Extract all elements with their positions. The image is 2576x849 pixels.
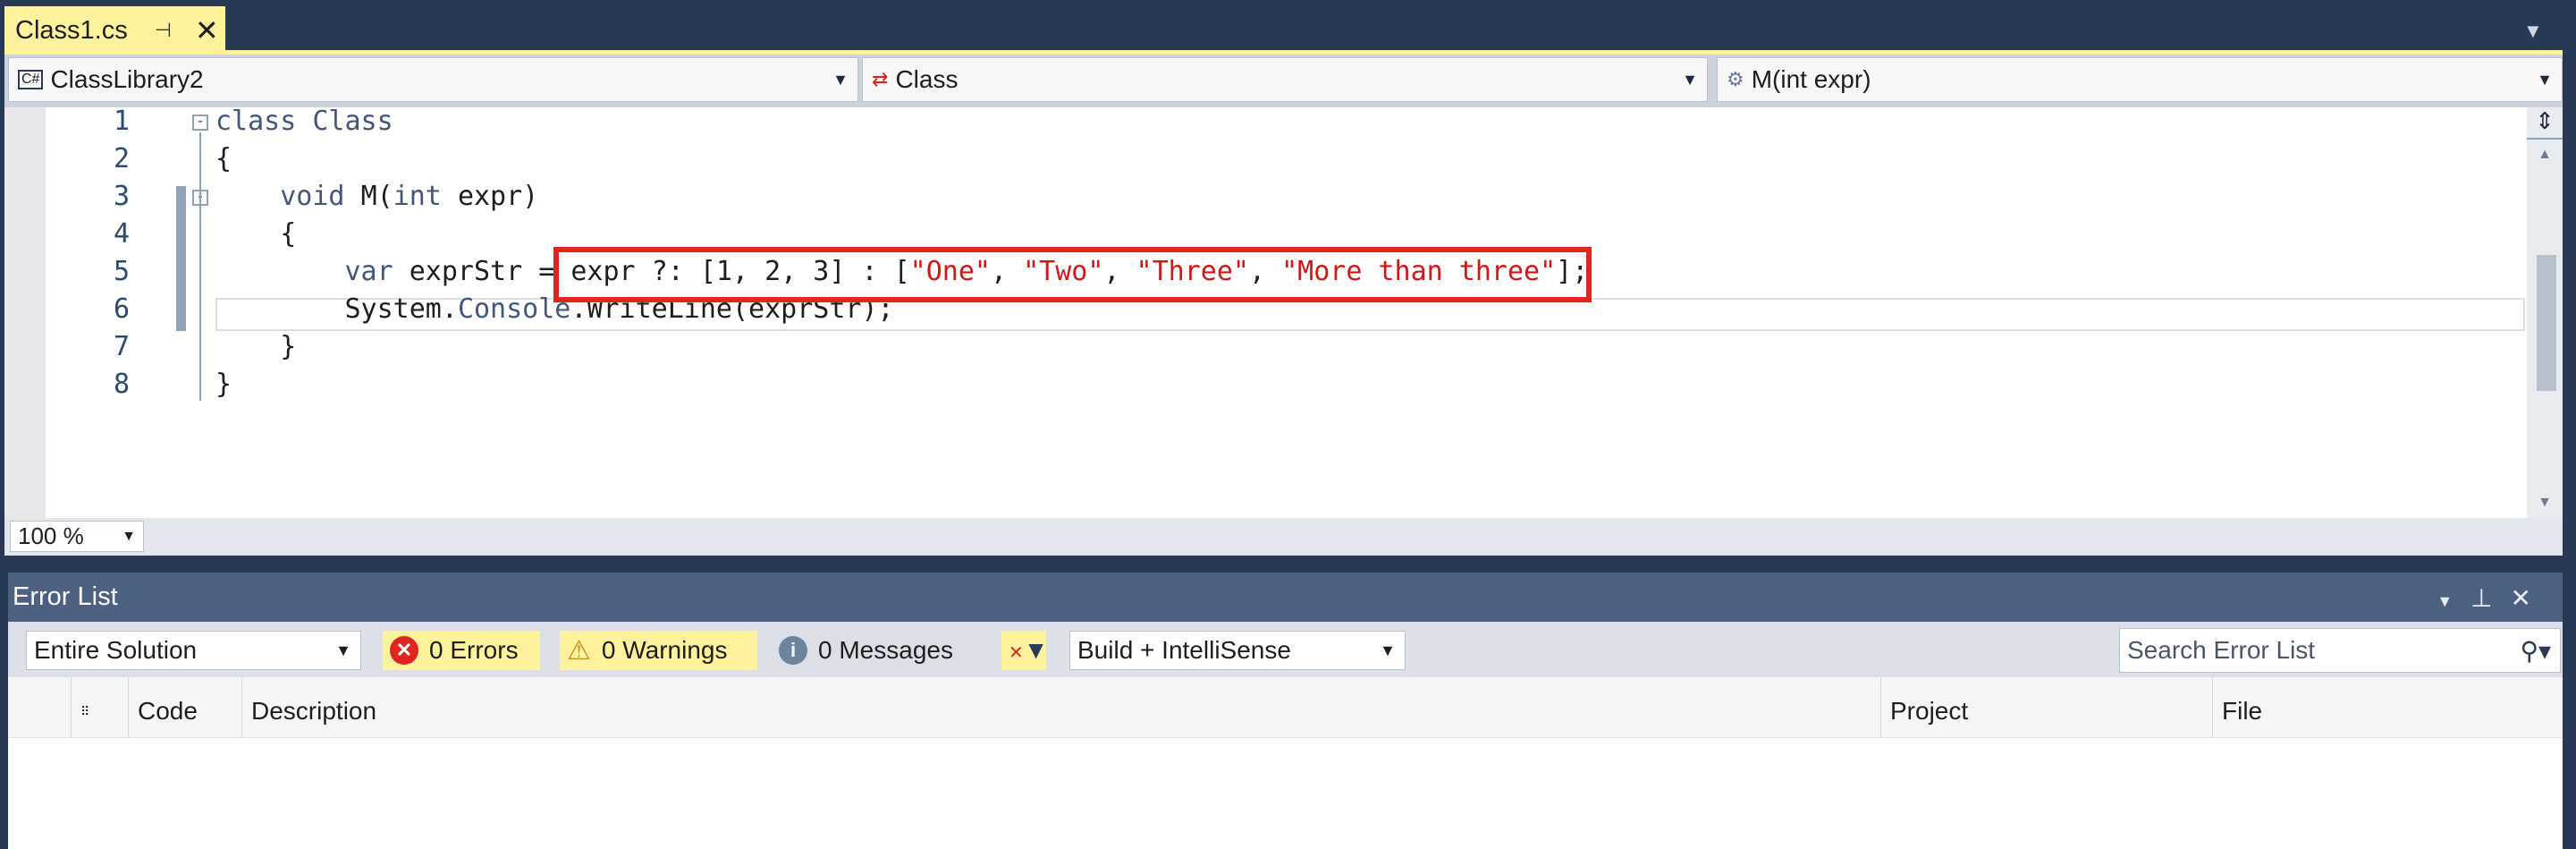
line-number: 5 bbox=[113, 256, 130, 287]
warning-icon: ⚠ bbox=[567, 635, 591, 666]
error-list-body bbox=[8, 738, 2563, 849]
dropdown-icon[interactable]: ▼ bbox=[2437, 592, 2470, 610]
close-icon[interactable]: ✕ bbox=[2511, 584, 2549, 612]
code-line[interactable]: } bbox=[215, 366, 232, 403]
csharp-icon: C# bbox=[18, 70, 44, 89]
column-sort-icon[interactable]: ⠿ bbox=[71, 677, 128, 738]
chevron-down-icon: ▼ bbox=[122, 528, 136, 544]
scroll-up-icon[interactable]: ▲ bbox=[2527, 147, 2563, 163]
tab-overflow-icon[interactable]: ▼ bbox=[2523, 20, 2543, 43]
code-line[interactable]: class Class bbox=[215, 103, 393, 140]
errors-label: 0 Errors bbox=[429, 636, 519, 664]
pin-icon[interactable]: ⊥ bbox=[2470, 584, 2510, 612]
source-dropdown[interactable]: Build + IntelliSense ▼ bbox=[1069, 631, 1406, 670]
member-label: M(int expr) bbox=[1751, 65, 1871, 93]
column-code[interactable]: Code bbox=[128, 677, 241, 738]
zoom-level: 100 % bbox=[18, 522, 84, 549]
code-line[interactable]: { bbox=[215, 140, 232, 178]
type-dropdown[interactable]: ⇄ Class ▼ bbox=[862, 57, 1708, 102]
scroll-down-icon[interactable]: ▼ bbox=[2527, 495, 2563, 511]
warnings-filter-button[interactable]: ⚠ 0 Warnings bbox=[560, 631, 757, 670]
close-icon[interactable]: ✕ bbox=[195, 13, 219, 47]
line-number: 4 bbox=[113, 218, 130, 250]
code-token: System. bbox=[215, 293, 458, 325]
code-token: } bbox=[215, 369, 232, 400]
code-token: { bbox=[215, 218, 297, 250]
warnings-label: 0 Warnings bbox=[601, 636, 728, 664]
code-token: int bbox=[393, 181, 458, 212]
collapse-icon[interactable]: - bbox=[192, 115, 208, 131]
source-label: Build + IntelliSense bbox=[1077, 636, 1291, 664]
tab-title: Class1.cs bbox=[15, 15, 128, 45]
info-icon: i bbox=[779, 636, 807, 665]
search-error-list-input[interactable]: Search Error List ⚲▾ bbox=[2119, 628, 2561, 673]
column-label: Code bbox=[138, 697, 198, 725]
type-label: Class bbox=[895, 65, 959, 93]
method-icon: ⚙ bbox=[1727, 68, 1744, 90]
errors-filter-button[interactable]: ✕ 0 Errors bbox=[383, 631, 540, 670]
class-icon: ⇄ bbox=[872, 68, 889, 90]
outline-line bbox=[199, 132, 201, 401]
column-file[interactable]: File bbox=[2212, 677, 2555, 738]
error-list-header: Error List bbox=[8, 573, 2563, 622]
column-label: Project bbox=[1890, 697, 1969, 725]
code-line[interactable]: } bbox=[215, 328, 296, 366]
clear-filter-button[interactable]: ✕▼ bbox=[1001, 631, 1049, 670]
project-label: ClassLibrary2 bbox=[50, 65, 204, 93]
search-placeholder: Search Error List bbox=[2127, 636, 2316, 664]
horizontal-scrollbar[interactable] bbox=[4, 518, 2563, 556]
line-number: 6 bbox=[113, 293, 130, 325]
zoom-dropdown[interactable]: 100 % ▼ bbox=[10, 521, 144, 552]
chevron-down-icon: ▼ bbox=[1682, 70, 1698, 89]
line-number: 2 bbox=[113, 143, 130, 174]
filter-clear-icon: ✕▼ bbox=[1009, 636, 1049, 664]
chevron-down-icon: ▼ bbox=[832, 70, 849, 89]
column-description[interactable]: Description bbox=[241, 677, 1880, 738]
messages-filter-button[interactable]: i 0 Messages bbox=[772, 631, 986, 670]
line-number: 8 bbox=[113, 369, 130, 400]
chevron-down-icon: ▼ bbox=[335, 641, 351, 659]
code-token: expr) bbox=[457, 181, 539, 212]
code-token: var bbox=[344, 256, 410, 287]
tab-class1-cs[interactable]: Class1.cs ⊣ ✕ bbox=[4, 6, 225, 55]
project-dropdown[interactable]: C# ClassLibrary2 ▼ bbox=[8, 57, 858, 102]
code-line[interactable]: { bbox=[215, 216, 296, 253]
scrollbar-thumb[interactable] bbox=[2537, 255, 2556, 391]
split-icon[interactable]: ⇕ bbox=[2527, 107, 2563, 140]
code-token: M( bbox=[360, 181, 393, 212]
code-token: class bbox=[215, 106, 313, 137]
messages-label: 0 Messages bbox=[818, 636, 953, 664]
member-dropdown[interactable]: ⚙ M(int expr) ▼ bbox=[1717, 57, 2563, 102]
highlight-box bbox=[553, 247, 1592, 302]
column-label: Description bbox=[251, 697, 377, 725]
chevron-down-icon: ▼ bbox=[2537, 70, 2553, 89]
code-token: void bbox=[280, 181, 361, 212]
chevron-down-icon: ▼ bbox=[1380, 641, 1396, 659]
line-number: 7 bbox=[113, 331, 130, 362]
code-token: { bbox=[215, 143, 232, 174]
code-token: } bbox=[215, 331, 297, 362]
code-token: Class bbox=[312, 106, 393, 137]
panel-title: Error List bbox=[13, 582, 118, 611]
line-number: 3 bbox=[113, 181, 130, 212]
column-project[interactable]: Project bbox=[1880, 677, 2212, 738]
navigation-bar: C# ClassLibrary2 ▼ ⇄ Class ▼ ⚙ M(int expr)… bbox=[4, 55, 2563, 107]
code-line[interactable]: void M(int expr) bbox=[215, 178, 538, 216]
scope-dropdown[interactable]: Entire Solution ▼ bbox=[26, 631, 361, 670]
change-indicator bbox=[176, 186, 186, 331]
panel-controls: ▼⊥✕ bbox=[2437, 583, 2549, 613]
error-icon: ✕ bbox=[390, 636, 418, 665]
search-icon[interactable]: ⚲▾ bbox=[2520, 636, 2551, 666]
line-number: 1 bbox=[113, 106, 130, 137]
pin-icon[interactable]: ⊣ bbox=[155, 19, 172, 42]
scope-label: Entire Solution bbox=[34, 636, 198, 664]
column-label: File bbox=[2222, 697, 2263, 725]
